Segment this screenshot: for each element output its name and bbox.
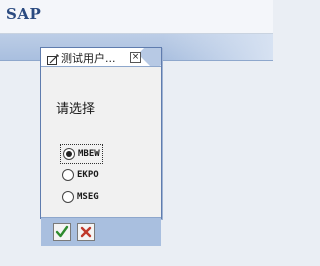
radio-option-mseg[interactable]: MSEG (62, 188, 99, 206)
cancel-button[interactable] (77, 223, 95, 241)
radio-option-mbew[interactable]: MBEW (60, 144, 103, 164)
toolbar-band-fade (163, 34, 273, 60)
selection-dialog: 测试用户... × 请选择 MBEW EKPO MSEG (40, 47, 162, 246)
radio-button[interactable] (62, 169, 74, 181)
titlebar-decoration (138, 48, 161, 66)
dialog-titlebar[interactable]: 测试用户... × (41, 48, 161, 67)
confirm-button[interactable] (53, 223, 71, 241)
dialog-title: 测试用户... (61, 52, 116, 65)
radio-label: MSEG (77, 192, 99, 202)
dialog-footer (41, 217, 161, 246)
check-icon (55, 225, 69, 238)
radio-label: MBEW (78, 149, 100, 159)
app-header: SAP (0, 0, 273, 34)
radio-label: EKPO (77, 170, 99, 180)
app-title: SAP (6, 5, 42, 23)
dialog-prompt: 请选择 (56, 102, 96, 117)
cross-icon (80, 226, 92, 238)
radio-button-selected[interactable] (63, 148, 75, 160)
window-edit-icon (47, 51, 59, 65)
close-icon[interactable]: × (130, 52, 141, 63)
radio-option-ekpo[interactable]: EKPO (62, 166, 99, 184)
radio-button[interactable] (62, 191, 74, 203)
